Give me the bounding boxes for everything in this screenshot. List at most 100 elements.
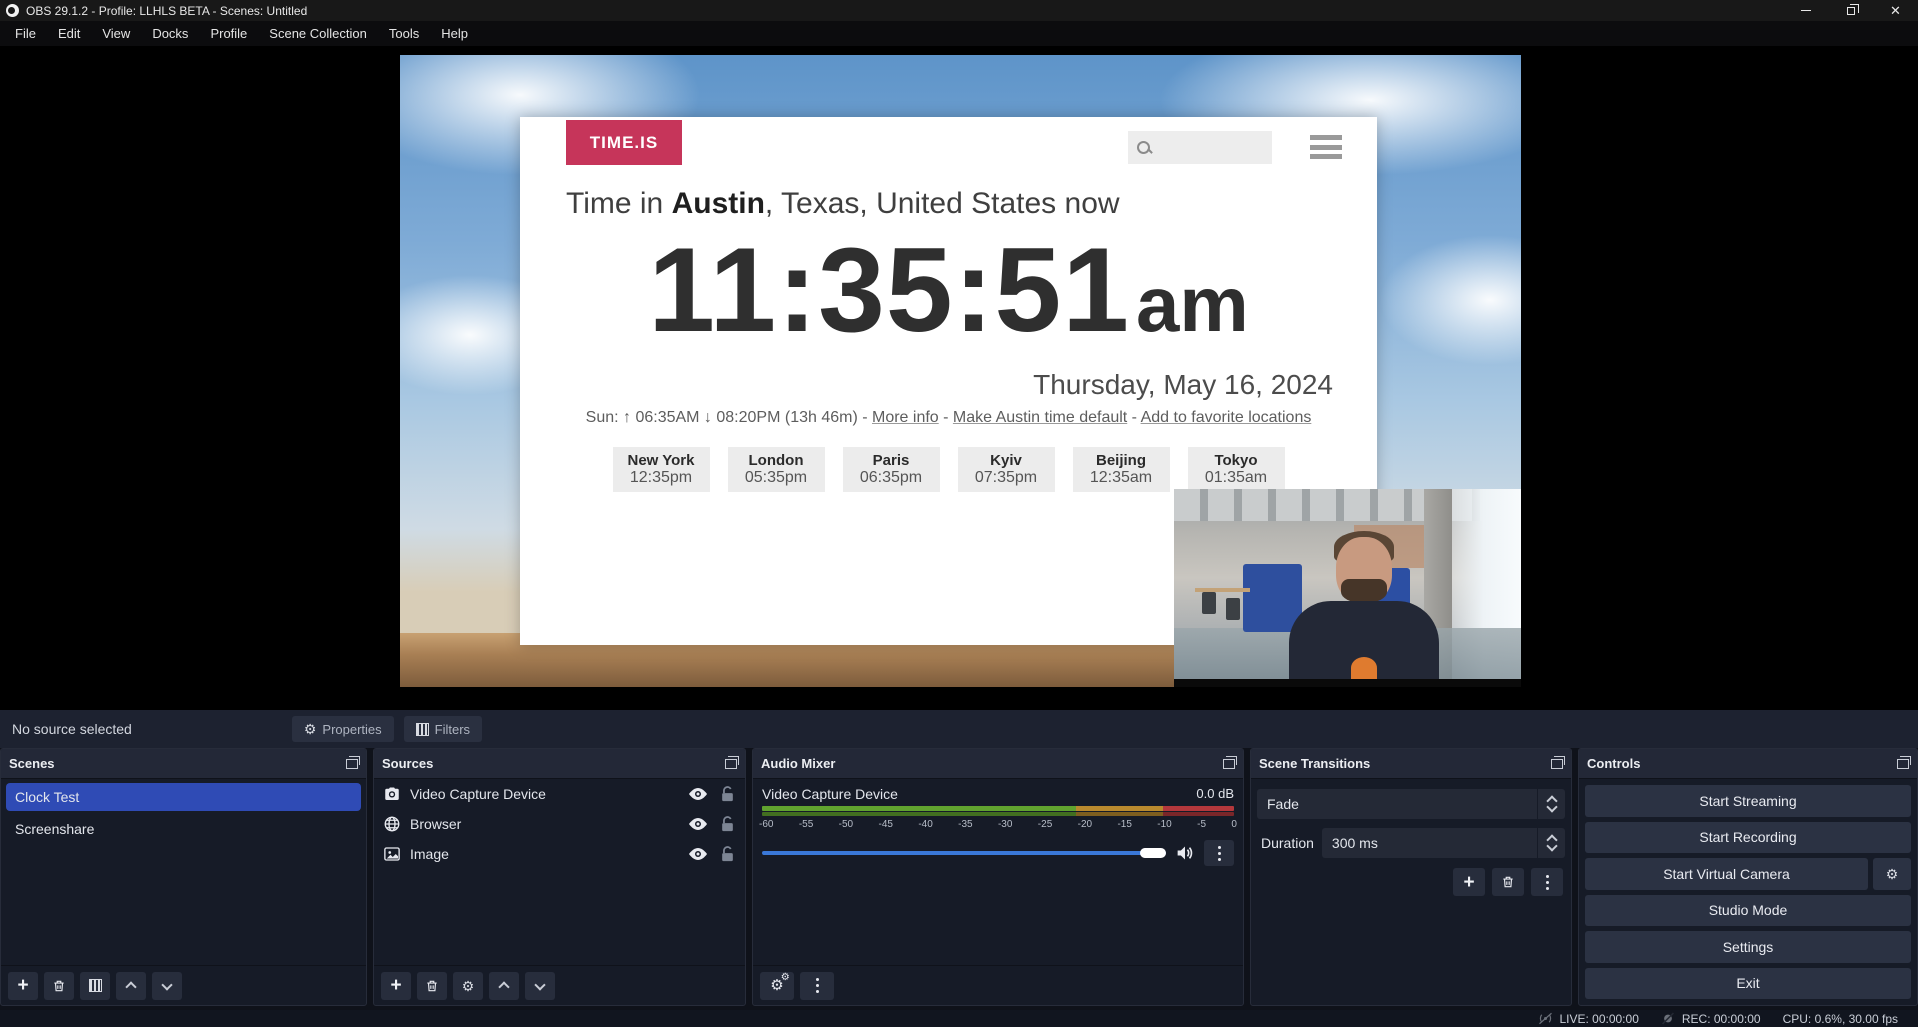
add-scene-button[interactable]: + xyxy=(8,972,38,1000)
preview-canvas-area: TIME.IS Time in Austin, Texas, United St… xyxy=(0,46,1918,710)
cpu-status: CPU: 0.6%, 30.00 fps xyxy=(1783,1012,1898,1026)
webcam-chair xyxy=(1202,592,1216,614)
menu-docks[interactable]: Docks xyxy=(141,21,199,46)
move-scene-down-button[interactable] xyxy=(152,972,182,1000)
add-transition-button[interactable]: + xyxy=(1453,868,1485,896)
scene-filters-button[interactable] xyxy=(80,972,110,1000)
source-selection-status: No source selected xyxy=(12,721,132,737)
popout-icon[interactable] xyxy=(346,759,358,769)
controls-body: Start Streaming Start Recording Start Vi… xyxy=(1579,779,1917,1005)
popout-icon[interactable] xyxy=(1223,759,1235,769)
source-row-image[interactable]: Image xyxy=(374,839,745,869)
remove-scene-button[interactable] xyxy=(44,972,74,1000)
scene-transitions-body: Fade Duration 300 ms + xyxy=(1251,779,1571,1005)
duration-label: Duration xyxy=(1257,835,1314,851)
live-timer: LIVE: 00:00:00 xyxy=(1559,1012,1638,1026)
eye-icon[interactable] xyxy=(689,847,707,861)
exit-button[interactable]: Exit xyxy=(1585,968,1911,1000)
duration-spinner-arrows[interactable] xyxy=(1537,828,1565,858)
audio-mixer-dock: Audio Mixer Video Capture Device 0.0 dB … xyxy=(752,748,1244,1006)
close-button[interactable]: ✕ xyxy=(1873,0,1918,21)
sources-dock-header[interactable]: Sources xyxy=(374,749,745,779)
filters-icon xyxy=(89,979,102,992)
controls-dock-header[interactable]: Controls xyxy=(1579,749,1917,779)
plus-icon: + xyxy=(390,976,401,995)
make-default-link[interactable]: Make Austin time default xyxy=(953,409,1127,426)
city-newyork[interactable]: New York12:35pm xyxy=(613,447,710,492)
city-tokyo[interactable]: Tokyo01:35am xyxy=(1188,447,1285,492)
properties-button[interactable]: ⚙ Properties xyxy=(292,716,394,742)
eye-icon[interactable] xyxy=(689,817,707,831)
advanced-audio-button[interactable]: ⚙ xyxy=(760,972,794,1000)
settings-button[interactable]: Settings xyxy=(1585,931,1911,963)
audio-mixer-menu-button[interactable] xyxy=(800,972,834,1000)
eye-icon[interactable] xyxy=(689,787,707,801)
world-cities-row: New York12:35pm London05:35pm Paris06:35… xyxy=(520,447,1377,492)
virtual-camera-config-button[interactable]: ⚙ xyxy=(1873,858,1911,890)
speaker-icon[interactable] xyxy=(1176,845,1194,861)
audio-channel-menu-button[interactable] xyxy=(1204,840,1234,866)
scene-preview[interactable]: TIME.IS Time in Austin, Texas, United St… xyxy=(400,55,1521,687)
duration-spinner[interactable]: 300 ms xyxy=(1322,828,1565,858)
popout-icon[interactable] xyxy=(1551,759,1563,769)
menu-profile[interactable]: Profile xyxy=(199,21,258,46)
scene-transitions-dock-header[interactable]: Scene Transitions xyxy=(1251,749,1571,779)
volume-slider-handle[interactable] xyxy=(1140,848,1166,858)
menu-help[interactable]: Help xyxy=(430,21,479,46)
move-source-down-button[interactable] xyxy=(525,972,555,1000)
popout-icon[interactable] xyxy=(1897,759,1909,769)
start-streaming-button[interactable]: Start Streaming xyxy=(1585,785,1911,817)
scene-item-screenshare[interactable]: Screenshare xyxy=(6,815,361,843)
hamburger-menu-icon[interactable] xyxy=(1310,135,1342,159)
controls-dock-title: Controls xyxy=(1587,756,1640,771)
city-paris[interactable]: Paris06:35pm xyxy=(843,447,940,492)
close-icon: ✕ xyxy=(1890,4,1901,17)
globe-icon xyxy=(383,815,401,833)
audio-mixer-dock-header[interactable]: Audio Mixer xyxy=(753,749,1243,779)
dock-area: Scenes Clock Test Screenshare + Sources xyxy=(0,748,1918,1006)
volume-slider[interactable] xyxy=(762,851,1166,855)
studio-mode-button[interactable]: Studio Mode xyxy=(1585,895,1911,927)
source-row-browser[interactable]: Browser xyxy=(374,809,745,839)
menu-scene-collection[interactable]: Scene Collection xyxy=(258,21,378,46)
search-input[interactable] xyxy=(1152,131,1272,164)
statusbar: LIVE: 00:00:00 REC: 00:00:00 CPU: 0.6%, … xyxy=(0,1010,1918,1027)
menu-file[interactable]: File xyxy=(4,21,47,46)
transition-select[interactable]: Fade xyxy=(1257,789,1565,819)
source-row-video-capture[interactable]: Video Capture Device xyxy=(374,779,745,809)
unlock-icon[interactable] xyxy=(721,846,734,862)
transition-properties-button[interactable] xyxy=(1531,868,1563,896)
restore-button[interactable] xyxy=(1828,0,1873,21)
menu-view[interactable]: View xyxy=(91,21,141,46)
menu-edit[interactable]: Edit xyxy=(47,21,91,46)
remove-source-button[interactable] xyxy=(417,972,447,1000)
add-source-button[interactable]: + xyxy=(381,972,411,1000)
unlock-icon[interactable] xyxy=(721,786,734,802)
move-source-up-button[interactable] xyxy=(489,972,519,1000)
filters-button[interactable]: Filters xyxy=(404,716,482,742)
popout-icon[interactable] xyxy=(725,759,737,769)
audio-channel-name: Video Capture Device xyxy=(762,786,898,802)
timeis-logo[interactable]: TIME.IS xyxy=(566,120,682,165)
start-recording-button[interactable]: Start Recording xyxy=(1585,822,1911,854)
webcam-overlay[interactable] xyxy=(1174,489,1521,687)
unlock-icon[interactable] xyxy=(721,816,734,832)
add-favorite-link[interactable]: Add to favorite locations xyxy=(1141,409,1312,426)
remove-transition-button[interactable] xyxy=(1492,868,1524,896)
more-info-link[interactable]: More info xyxy=(872,409,939,426)
city-kyiv[interactable]: Kyiv07:35pm xyxy=(958,447,1055,492)
transition-select-arrows[interactable] xyxy=(1537,789,1565,819)
scene-item-clock-test[interactable]: Clock Test xyxy=(6,783,361,811)
audio-mixer-body: Video Capture Device 0.0 dB -60 -55 -50 … xyxy=(753,779,1243,965)
scenes-dock-header[interactable]: Scenes xyxy=(1,749,366,779)
menu-tools[interactable]: Tools xyxy=(378,21,430,46)
timeis-search-box[interactable] xyxy=(1128,131,1272,164)
move-scene-up-button[interactable] xyxy=(116,972,146,1000)
start-virtual-camera-button[interactable]: Start Virtual Camera xyxy=(1585,858,1868,890)
plus-icon: + xyxy=(1463,873,1474,892)
duration-value: 300 ms xyxy=(1322,835,1537,851)
city-london[interactable]: London05:35pm xyxy=(728,447,825,492)
minimize-button[interactable] xyxy=(1783,0,1828,21)
source-properties-button[interactable]: ⚙ xyxy=(453,972,483,1000)
city-beijing[interactable]: Beijing12:35am xyxy=(1073,447,1170,492)
